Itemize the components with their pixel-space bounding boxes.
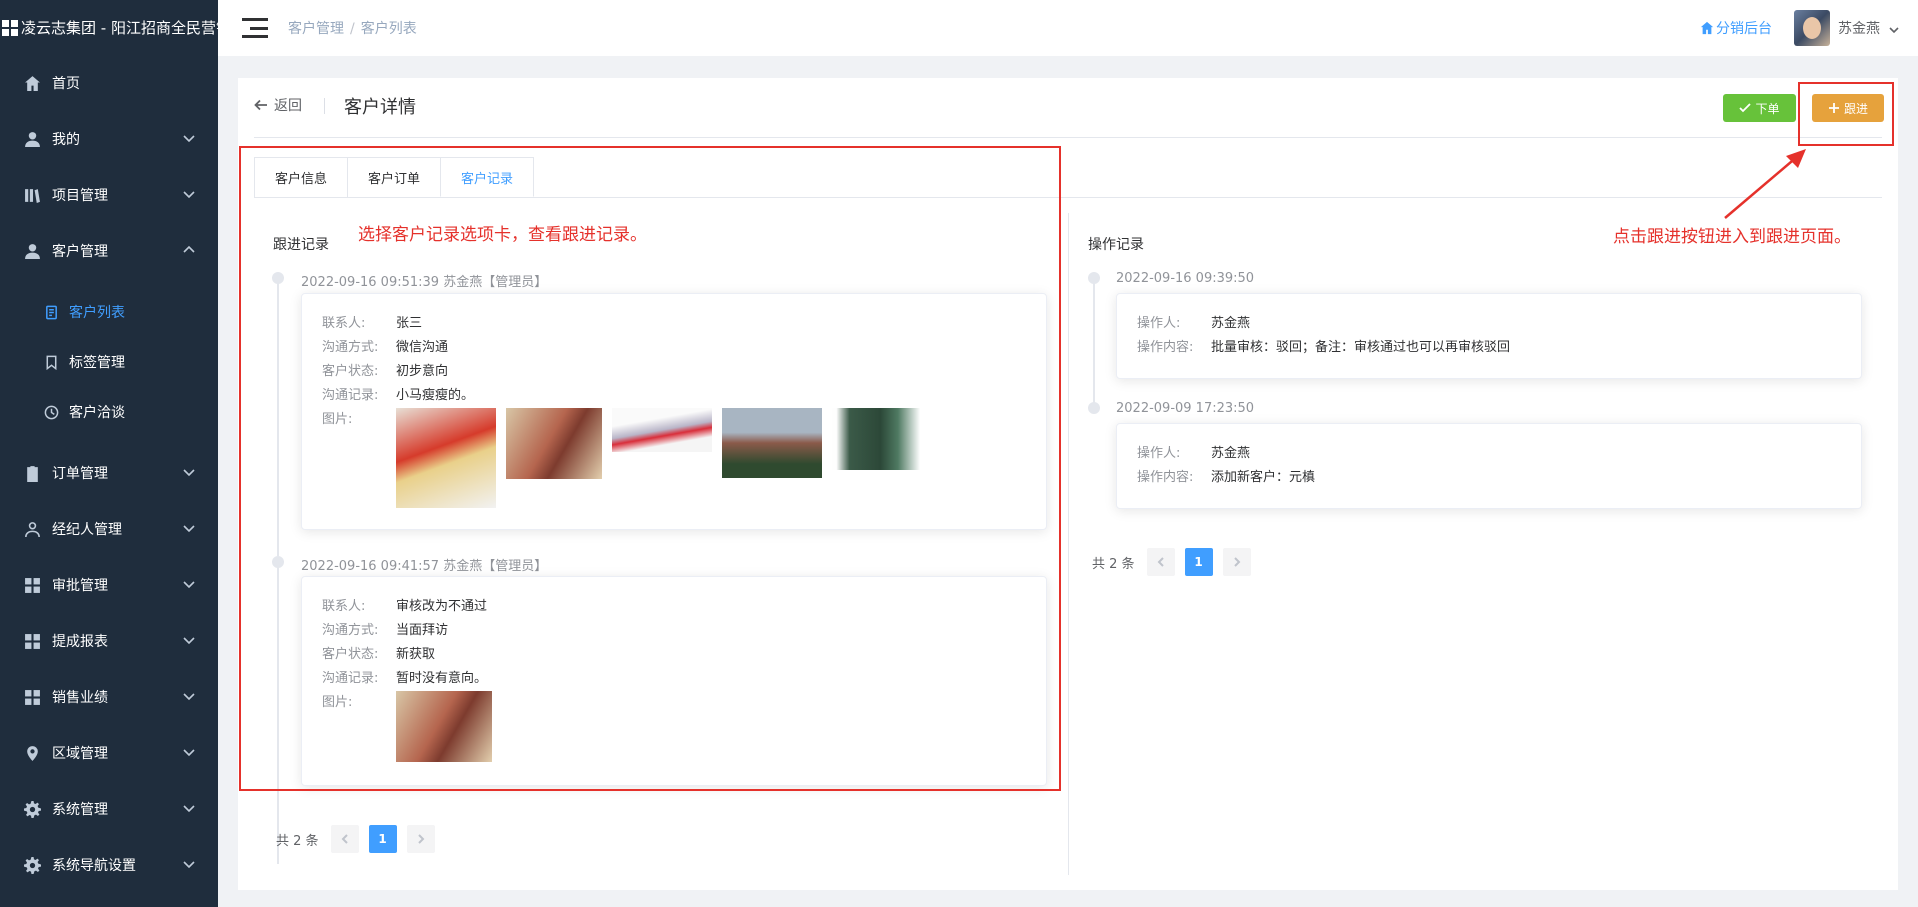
user-icon (22, 242, 42, 260)
record-time: 2022-09-09 17:23:50 (1116, 401, 1255, 416)
breadcrumb: 客户管理 / 客户列表 (288, 18, 417, 38)
page-title: 客户详情 (344, 97, 416, 118)
chevron-right-icon (1233, 557, 1240, 567)
chevron-down-icon (182, 801, 196, 815)
chevron-down-icon (182, 465, 196, 479)
sidebar-item-region[interactable]: 区域管理 (0, 725, 218, 781)
user-name[interactable]: 苏金燕 (1838, 18, 1880, 38)
chevron-left-icon (1157, 557, 1164, 567)
pagination-total: 共 2 条 (1092, 556, 1135, 572)
operation-record-card: 操作人: 苏金燕 操作内容: 添加新客户：元槙 (1116, 423, 1862, 509)
sidebar-item-home[interactable]: 首页 (0, 55, 218, 111)
chevron-down-icon (182, 745, 196, 759)
document-icon (42, 303, 60, 321)
home-icon (1700, 21, 1714, 35)
operator-value: 苏金燕 (1211, 446, 1251, 461)
annotation-box-follow-button (1798, 82, 1894, 146)
arrow-left-icon (254, 99, 267, 111)
check-icon (1739, 103, 1752, 113)
person-outline-icon (22, 520, 42, 538)
place-order-button[interactable]: 下单 (1723, 94, 1796, 122)
column-divider (1068, 213, 1069, 875)
top-header: 客户管理 / 客户列表 分销后台 苏金燕 (218, 0, 1918, 56)
customer-submenu: 客户列表 标签管理 客户洽谈 (0, 279, 218, 445)
content-value: 添加新客户：元槙 (1211, 470, 1316, 485)
breadcrumb-item: 客户列表 (360, 21, 417, 37)
logo-grid-icon (2, 19, 18, 36)
operator-label: 操作人: (1137, 446, 1181, 461)
sidebar-item-customer-list[interactable]: 客户列表 (0, 287, 218, 337)
chevron-down-icon (182, 689, 196, 703)
breadcrumb-separator: / (350, 21, 355, 37)
home-icon (22, 74, 42, 92)
app-brand: 凌云志集团 - 阳江招商全民营销 (0, 0, 218, 55)
grid-icon (22, 576, 42, 594)
timeline-dot (1088, 402, 1100, 414)
sidebar-item-order[interactable]: 订单管理 (0, 445, 218, 501)
header-right: 分销后台 苏金燕 (1700, 0, 1900, 56)
chevron-left-icon (341, 834, 348, 844)
operator-value: 苏金燕 (1211, 316, 1251, 331)
sidebar-item-nav-settings[interactable]: 系统导航设置 (0, 837, 218, 893)
chevron-right-icon (417, 834, 424, 844)
prev-page-button[interactable] (1146, 548, 1175, 576)
sidebar-item-approval[interactable]: 审批管理 (0, 557, 218, 613)
annotation-arrow-icon (1724, 149, 1806, 219)
timeline-line (1093, 280, 1095, 404)
distribution-link[interactable]: 分销后台 (1700, 18, 1772, 38)
breadcrumb-item[interactable]: 客户管理 (288, 21, 344, 37)
bookmark-icon (42, 353, 60, 371)
chevron-down-icon (182, 633, 196, 647)
project-icon (22, 186, 42, 204)
prev-page-button[interactable] (330, 825, 359, 853)
chevron-down-icon (182, 131, 196, 145)
chevron-down-icon (182, 521, 196, 535)
operator-label: 操作人: (1137, 316, 1181, 331)
chevron-down-icon (182, 857, 196, 871)
record-time: 2022-09-16 09:39:50 (1116, 271, 1255, 286)
gear-icon (22, 800, 42, 818)
back-button[interactable]: 返回 (254, 95, 302, 115)
chevron-down-icon (182, 187, 196, 201)
chevron-down-icon[interactable] (1888, 22, 1900, 34)
page-number-button[interactable]: 1 (1184, 548, 1213, 576)
clipboard-icon (22, 464, 42, 482)
avatar[interactable] (1794, 10, 1830, 46)
grid-icon (22, 632, 42, 650)
chevron-up-icon (182, 243, 196, 257)
content-label: 操作内容: (1137, 340, 1194, 355)
sidebar-item-sales[interactable]: 销售业绩 (0, 669, 218, 725)
content-value: 批量审核：驳回；备注：审核通过也可以再审核驳回 (1211, 340, 1511, 355)
sidebar-item-customer-talk[interactable]: 客户洽谈 (0, 387, 218, 437)
clock-icon (42, 403, 60, 421)
sidebar: 凌云志集团 - 阳江招商全民营销 首页 我的 项目管理 客户管理 客户列表 标签… (0, 0, 218, 907)
divider (324, 98, 325, 114)
sidebar-item-project[interactable]: 项目管理 (0, 167, 218, 223)
operation-record-card: 操作人: 苏金燕 操作内容: 批量审核：驳回；备注：审核通过也可以再审核驳回 (1116, 293, 1862, 379)
sidebar-item-mine[interactable]: 我的 (0, 111, 218, 167)
page-header: 返回 客户详情 下单 跟进 (238, 78, 1898, 138)
location-icon (22, 744, 42, 762)
next-page-button[interactable] (1222, 548, 1251, 576)
pagination-total: 共 2 条 (276, 833, 319, 849)
annotation-text-left: 选择客户记录选项卡，查看跟进记录。 (358, 225, 647, 245)
gear-icon (22, 856, 42, 874)
sidebar-item-customer[interactable]: 客户管理 (0, 223, 218, 279)
chevron-down-icon (182, 577, 196, 591)
sidebar-item-agent[interactable]: 经纪人管理 (0, 501, 218, 557)
grid-icon (22, 688, 42, 706)
operation-records-title: 操作记录 (1088, 237, 1144, 253)
ops-pagination: 共 2 条 1 (1092, 548, 1261, 576)
sidebar-item-commission[interactable]: 提成报表 (0, 613, 218, 669)
sidebar-item-tag-manage[interactable]: 标签管理 (0, 337, 218, 387)
follow-pagination: 共 2 条 1 (276, 825, 445, 853)
next-page-button[interactable] (406, 825, 435, 853)
header-divider (254, 137, 1882, 138)
user-icon (22, 130, 42, 148)
menu-toggle-icon[interactable] (242, 18, 268, 38)
sidebar-item-system[interactable]: 系统管理 (0, 781, 218, 837)
page-number-button[interactable]: 1 (368, 825, 397, 853)
app-title: 凌云志集团 - 阳江招商全民营销 (21, 19, 218, 37)
content-label: 操作内容: (1137, 470, 1194, 485)
